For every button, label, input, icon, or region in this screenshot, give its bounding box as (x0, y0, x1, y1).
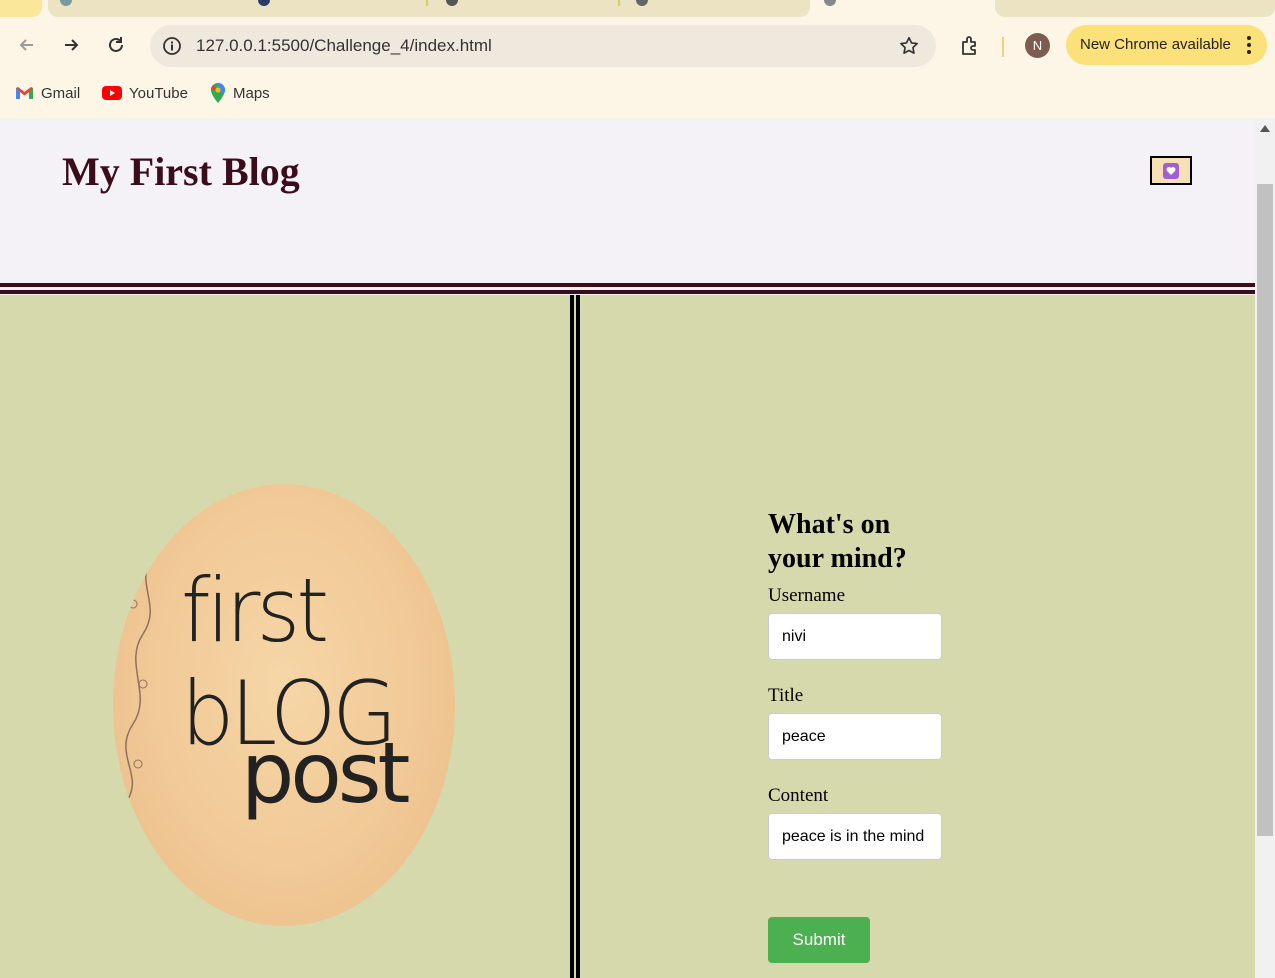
bookmark-label: Gmail (41, 84, 81, 102)
title-input[interactable] (768, 713, 942, 760)
profile-avatar[interactable]: N (1025, 33, 1050, 58)
floral-swirl-icon (125, 553, 154, 800)
page-title: My First Blog (62, 149, 300, 194)
bookmark-gmail[interactable]: Gmail (15, 83, 80, 103)
username-label: Username (768, 585, 846, 606)
update-chrome-label: New Chrome available (1080, 36, 1231, 53)
header-rule-bottom (0, 290, 1255, 294)
reload-icon (109, 37, 123, 52)
browser-toolbar: 127.0.0.1:5500/Challenge_4/index.html N … (0, 17, 1275, 75)
tab-favicon (824, 0, 836, 6)
content-area: first bLOG post What's on your mind? Use… (0, 295, 1255, 978)
gmail-icon (16, 87, 33, 99)
bookmark-youtube[interactable]: YouTube (102, 83, 188, 103)
tab-favicon (60, 0, 72, 6)
menu-kebab-icon[interactable] (1247, 36, 1251, 54)
heart-icon (1163, 162, 1179, 179)
column-divider (576, 295, 580, 978)
back-button[interactable] (12, 30, 42, 60)
tab-new-area[interactable] (995, 0, 1275, 17)
header-rule-top (0, 283, 1255, 287)
bookmark-label: YouTube (129, 84, 188, 102)
arrow-right-icon (65, 39, 79, 51)
extensions-icon[interactable] (958, 34, 982, 58)
post-form: What's on your mind? Username Title Cont… (768, 508, 942, 963)
content-label: Content (768, 785, 829, 806)
update-chrome-button[interactable]: New Chrome available (1066, 25, 1267, 65)
youtube-icon (102, 86, 122, 100)
bookmarks-bar: Gmail YouTube Maps (0, 75, 1275, 118)
form-heading: What's on your mind? (768, 509, 907, 574)
site-header: My First Blog (0, 118, 1255, 282)
tab-favicon (258, 0, 270, 6)
tab-strip (0, 0, 1275, 17)
site-info-icon[interactable] (162, 36, 182, 56)
tab-favicon (446, 0, 458, 6)
tab-favicon (636, 0, 648, 6)
username-input[interactable] (768, 613, 942, 660)
url-text[interactable]: 127.0.0.1:5500/Challenge_4/index.html (196, 36, 492, 56)
page-scrollbar[interactable] (1255, 118, 1275, 978)
page-viewport: My First Blog first bLOG post What's on … (0, 118, 1275, 978)
image-text-line2: post (241, 724, 410, 822)
bookmark-label: Maps (233, 84, 270, 102)
submit-button[interactable]: Submit (768, 917, 870, 963)
tab-separator (618, 0, 620, 6)
forward-button[interactable] (56, 30, 86, 60)
tab-group[interactable] (48, 0, 810, 17)
bookmark-maps[interactable]: Maps (210, 83, 270, 103)
content-input[interactable] (768, 813, 942, 860)
tab-pinned[interactable] (0, 0, 42, 17)
column-divider (570, 295, 574, 978)
bookmark-star-icon[interactable] (898, 35, 920, 57)
toolbar-divider (1002, 37, 1004, 57)
scrollbar-thumb[interactable] (1257, 184, 1273, 836)
address-bar[interactable]: 127.0.0.1:5500/Challenge_4/index.html (150, 25, 936, 67)
blog-post-image: first bLOG post (113, 484, 455, 926)
favorite-button[interactable] (1150, 156, 1192, 185)
reload-button[interactable] (101, 30, 131, 60)
tab-active[interactable] (812, 0, 994, 17)
scroll-up-arrow-icon[interactable] (1260, 125, 1270, 132)
arrow-left-icon (19, 39, 33, 51)
tab-separator (426, 0, 428, 6)
maps-icon (210, 83, 225, 103)
title-label: Title (768, 685, 804, 706)
